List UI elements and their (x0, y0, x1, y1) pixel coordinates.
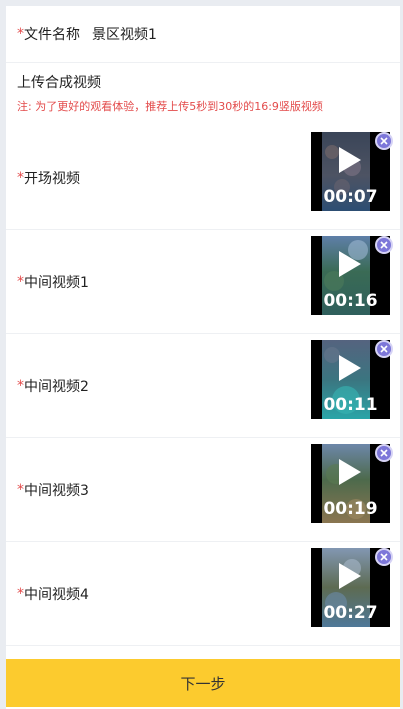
video-row-middle-4: * 中间视频4 00:27 (6, 542, 400, 646)
required-mark: * (17, 170, 24, 186)
remove-icon[interactable] (375, 548, 393, 566)
video-label-text: 中间视频3 (24, 480, 89, 500)
upload-section: 上传合成视频 注: 为了更好的观看体验，推荐上传5秒到30秒的16:9竖版视频 (6, 64, 400, 124)
upload-title: 上传合成视频 (17, 72, 400, 92)
file-name-label: 文件名称 (24, 24, 80, 44)
video-row-opening: * 开场视频 00:07 (6, 126, 400, 230)
play-icon[interactable] (339, 355, 361, 381)
file-name-row[interactable]: * 文件名称 景区视频1 (6, 6, 400, 63)
play-icon[interactable] (339, 563, 361, 589)
video-label: * 中间视频1 (17, 230, 89, 333)
video-duration: 00:11 (311, 395, 390, 415)
video-duration: 00:07 (311, 187, 390, 207)
next-step-button[interactable]: 下一步 (6, 659, 400, 707)
required-mark: * (17, 586, 24, 602)
video-duration: 00:19 (311, 499, 390, 519)
video-row-middle-1: * 中间视频1 00:16 (6, 230, 400, 334)
video-label-text: 开场视频 (24, 168, 80, 188)
remove-icon[interactable] (375, 236, 393, 254)
upload-note: 注: 为了更好的观看体验，推荐上传5秒到30秒的16:9竖版视频 (17, 98, 400, 114)
video-label: * 中间视频2 (17, 334, 89, 437)
file-name-value[interactable]: 景区视频1 (92, 24, 157, 44)
required-mark: * (17, 482, 24, 498)
video-label-text: 中间视频4 (24, 584, 89, 604)
play-icon[interactable] (339, 251, 361, 277)
remove-icon[interactable] (375, 444, 393, 462)
video-label: * 开场视频 (17, 126, 80, 229)
video-label: * 中间视频4 (17, 542, 89, 645)
required-mark: * (17, 26, 24, 42)
video-label-text: 中间视频2 (24, 376, 89, 396)
page: * 文件名称 景区视频1 上传合成视频 注: 为了更好的观看体验，推荐上传5秒到… (6, 6, 400, 709)
video-row-middle-2: * 中间视频2 00:11 (6, 334, 400, 438)
play-icon[interactable] (339, 147, 361, 173)
video-label-text: 中间视频1 (24, 272, 89, 292)
required-mark: * (17, 274, 24, 290)
video-row-middle-3: * 中间视频3 00:19 (6, 438, 400, 542)
remove-icon[interactable] (375, 340, 393, 358)
required-mark: * (17, 378, 24, 394)
play-icon[interactable] (339, 459, 361, 485)
remove-icon[interactable] (375, 132, 393, 150)
video-duration: 00:27 (311, 603, 390, 623)
video-duration: 00:16 (311, 291, 390, 311)
video-label: * 中间视频3 (17, 438, 89, 541)
